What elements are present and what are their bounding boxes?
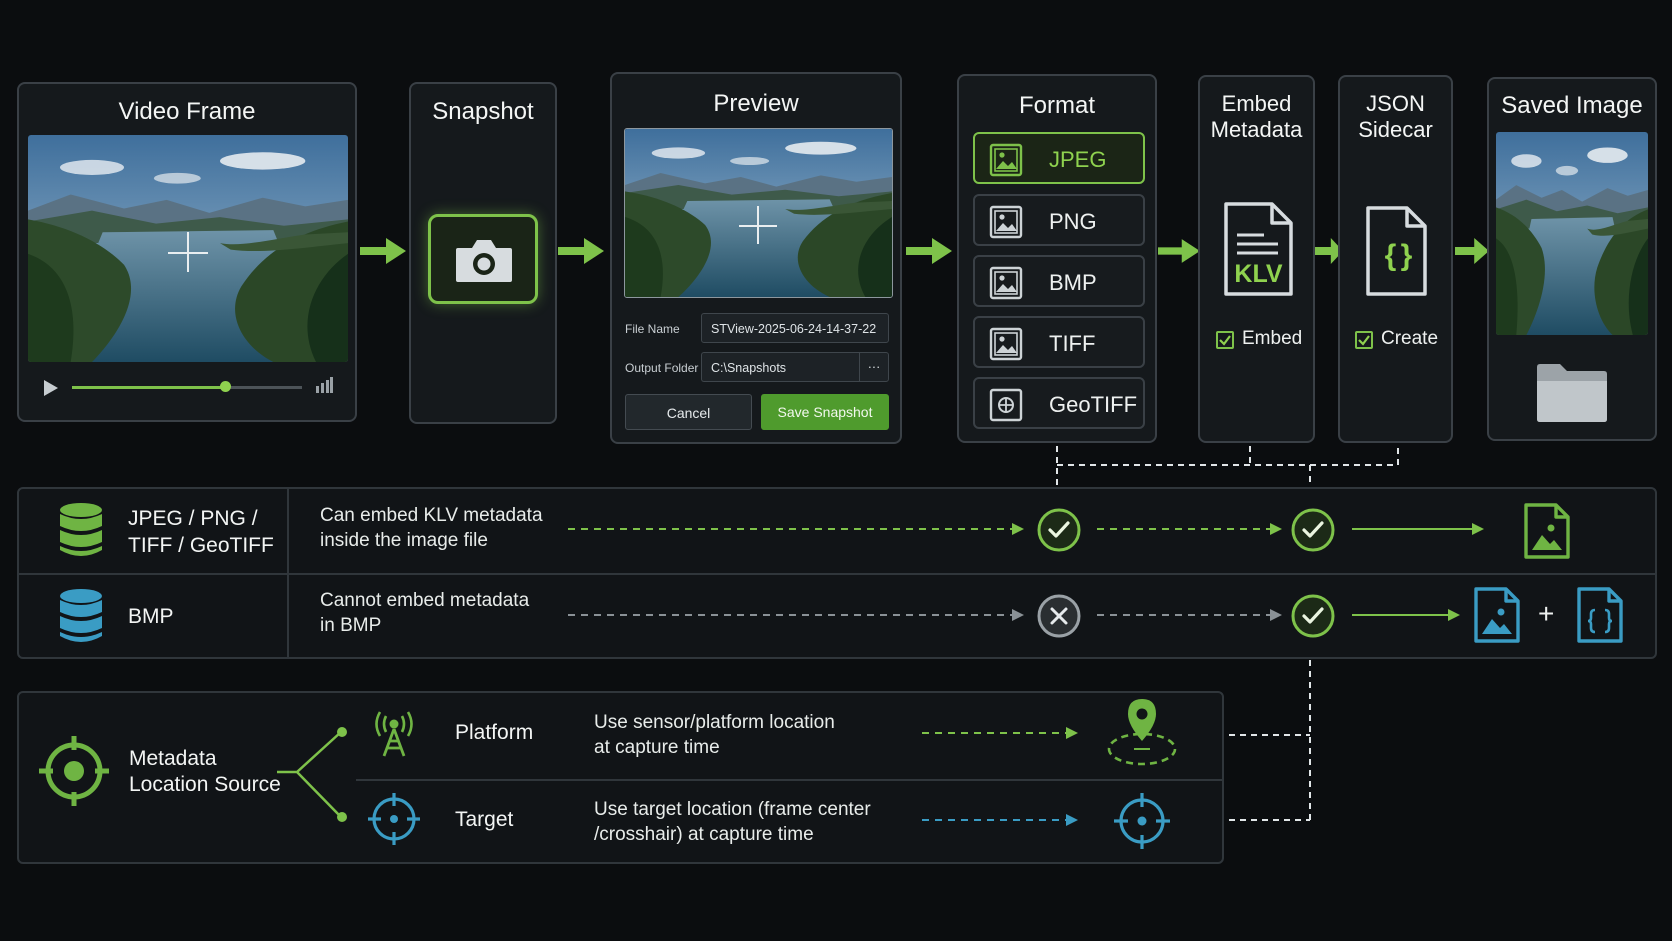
klv-label: KLV (1234, 260, 1283, 288)
cancel-button[interactable]: Cancel (625, 394, 752, 430)
target-crosshair-blue-icon (1114, 793, 1170, 849)
target-location-green-icon (39, 736, 109, 806)
location-source-title-line1: Metadata (129, 747, 217, 770)
video-frame-card: Video Frame (17, 82, 357, 422)
format-option-label: BMP (1049, 270, 1097, 295)
platform-flow-arrow (922, 727, 1078, 739)
camera-icon (456, 240, 512, 282)
option-divider (356, 779, 1222, 781)
saved-image-thumbnail (1496, 132, 1648, 335)
embed-metadata-card: Embed Metadata KLV Embed (1198, 75, 1315, 443)
save-snapshot-button[interactable]: Save Snapshot (761, 394, 889, 430)
create-sidecar-label: Create (1381, 328, 1439, 349)
snapshot-card: Snapshot (409, 82, 557, 424)
folder-icon (1537, 364, 1607, 422)
json-file-blue-icon (1577, 587, 1623, 643)
format-title: Format (1018, 92, 1095, 119)
preview-card: Preview File Name STView-2025-06-24-14-3… (610, 72, 902, 444)
flow-arrow-3 (906, 236, 952, 266)
option-platform-description-line1: Use sensor/platform location (594, 712, 835, 733)
row1-formats-line1: JPEG / PNG / (128, 507, 258, 530)
option-platform-name[interactable]: Platform (455, 719, 533, 746)
saved-image-card: Saved Image (1487, 77, 1657, 441)
format-option-jpeg[interactable]: JPEG (973, 132, 1145, 184)
antenna-tower-icon (375, 711, 413, 757)
image-icon (989, 143, 1023, 177)
playback-scrubber-handle[interactable] (220, 381, 231, 392)
format-option-label: PNG (1049, 209, 1097, 234)
json-sidecar-card: JSON Sidecar { } Create (1338, 75, 1453, 443)
row2-description-line1: Cannot embed metadata (320, 590, 530, 611)
row1-description-line2: inside the image file (320, 530, 488, 551)
image-file-green-icon (1524, 503, 1570, 559)
flow-arrow-6 (1455, 236, 1489, 266)
row2-formats-line1: BMP (128, 605, 174, 628)
embed-checkbox-label: Embed (1242, 328, 1303, 349)
file-name-label: File Name (625, 322, 680, 336)
browse-folder-button[interactable]: ··· (859, 352, 889, 382)
row-divider (19, 573, 1655, 575)
crosshair-blue-icon (368, 793, 420, 845)
video-frame-image (28, 135, 348, 362)
saved-image-title: Saved Image (1501, 92, 1643, 119)
row1-embed-check-icon (1036, 507, 1082, 553)
target-flow-arrow (922, 814, 1078, 826)
format-option-png[interactable]: PNG (973, 194, 1145, 246)
image-icon (989, 327, 1023, 361)
database-blue-icon (60, 589, 102, 642)
preview-image (624, 128, 893, 298)
image-icon (989, 266, 1023, 300)
map-pin-icon (1107, 699, 1177, 766)
format-option-bmp[interactable]: BMP (973, 255, 1145, 307)
play-icon[interactable] (43, 379, 59, 397)
column-divider (287, 489, 289, 657)
embed-metadata-title-line2: Metadata (1210, 117, 1303, 142)
option-target-description-line2: /crosshair) at capture time (594, 824, 814, 845)
format-option-label: JPEG (1049, 147, 1107, 172)
embed-checkbox[interactable] (1216, 331, 1234, 349)
json-sidecar-title-line1: JSON (1366, 91, 1425, 116)
format-option-label: TIFF (1049, 331, 1096, 356)
flow-arrow-4 (1158, 236, 1200, 266)
geo-image-icon (989, 388, 1023, 422)
create-sidecar-checkbox[interactable] (1355, 331, 1373, 349)
option-platform-description-line2: at capture time (594, 737, 720, 758)
format-option-geotiff[interactable]: GeoTIFF (973, 377, 1145, 429)
database-green-icon (60, 503, 102, 556)
video-frame-title: Video Frame (118, 98, 256, 125)
flow-arrow-2 (558, 236, 604, 266)
row2-embed-reject-icon (1037, 594, 1081, 638)
option-target-description-line1: Use target location (frame center (594, 799, 871, 820)
format-option-tiff[interactable]: TIFF (973, 316, 1145, 368)
playback-progress-fill (72, 386, 225, 389)
flow-arrow-1 (360, 236, 406, 266)
embed-metadata-title-line1: Embed (1221, 91, 1292, 116)
preview-title: Preview (713, 90, 799, 117)
checkmark-icon (1219, 335, 1231, 346)
snapshot-button[interactable] (428, 214, 538, 304)
output-folder-input[interactable]: C:\Snapshots (701, 352, 859, 382)
branch-lines (277, 727, 347, 822)
file-name-input[interactable]: STView-2025-06-24-14-37-22 (701, 313, 889, 343)
location-source-title-line2: Location Source (129, 773, 281, 796)
option-target-name[interactable]: Target (455, 806, 513, 833)
plus-sign: + (1538, 598, 1555, 629)
json-sidecar-title-line2: Sidecar (1358, 117, 1433, 142)
format-option-label: GeoTIFF (1049, 392, 1138, 417)
row1-formats-line2: TIFF / GeoTIFF (128, 534, 274, 557)
checkmark-icon (1358, 335, 1370, 346)
row2-description-line2: in BMP (320, 615, 382, 636)
json-braces-label: { } (1384, 239, 1413, 272)
output-folder-label: Output Folder (625, 361, 699, 375)
format-card: Format JPEG PNG BMP TIFF GeoTIFF (957, 74, 1157, 443)
volume-icon[interactable] (315, 377, 333, 393)
row1-sidecar-check-icon (1290, 507, 1336, 553)
snapshot-title: Snapshot (432, 98, 534, 125)
row1-description-line1: Can embed KLV metadata (320, 505, 543, 526)
image-file-blue-icon (1474, 587, 1520, 643)
image-icon (989, 205, 1023, 239)
row2-sidecar-check-icon (1290, 593, 1336, 639)
